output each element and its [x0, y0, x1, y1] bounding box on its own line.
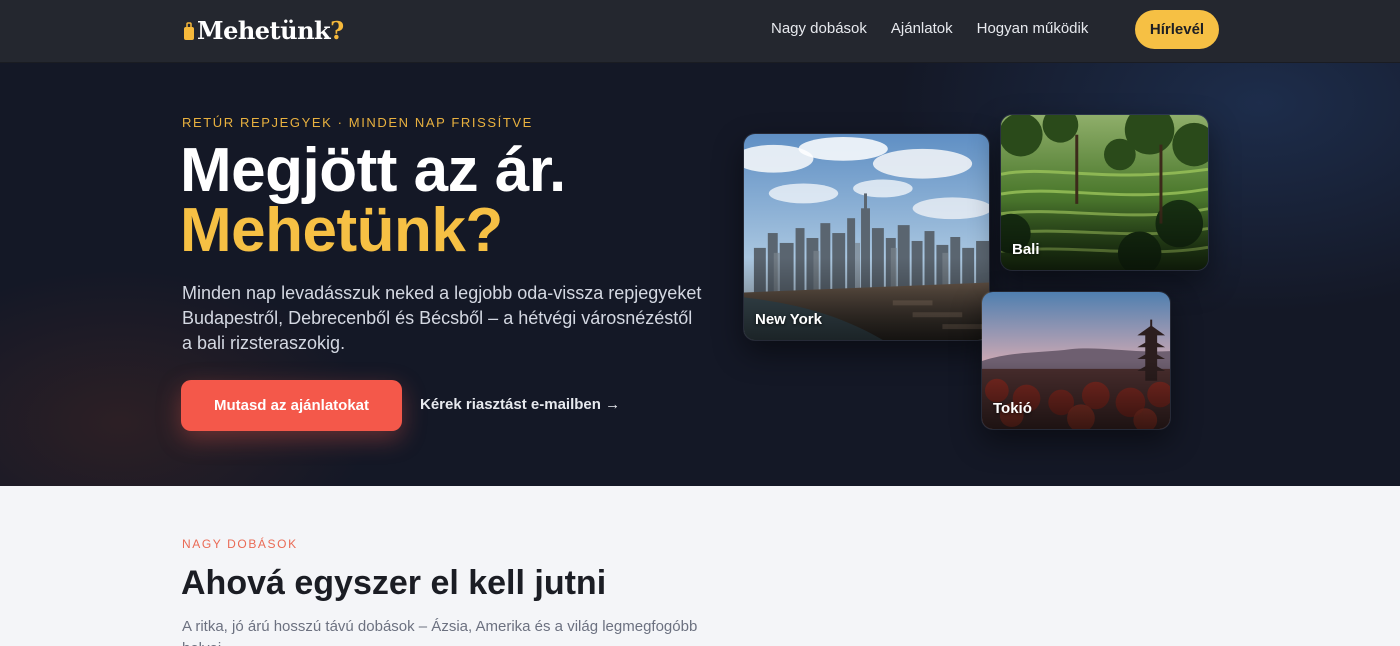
nav-link-hogyan-mukodik[interactable]: Hogyan működik [977, 20, 1089, 37]
section-title: Ahová egyszer el kell jutni [181, 564, 607, 602]
new-york-image [744, 134, 989, 340]
section-description: A ritka, jó árú hosszú távú dobások – Áz… [182, 618, 698, 646]
email-alert-link[interactable]: Kérek riasztást e-mailben → [420, 396, 620, 413]
hero-eyebrow: RETÚR REPJEGYEK · MINDEN NAP FRISSÍTVE [182, 115, 533, 130]
nav-link-nagy-dobasok[interactable]: Nagy dobások [771, 20, 867, 37]
big-deals-section: NAGY DOBÁSOK Ahová egyszer el kell jutni… [0, 486, 1400, 646]
nav-link-ajanlatok[interactable]: Ajánlatok [891, 20, 953, 37]
hero-title-line2: Mehetünk? [180, 196, 503, 265]
section-eyebrow: NAGY DOBÁSOK [182, 537, 298, 551]
destination-card-new-york[interactable]: New York [743, 133, 990, 341]
hero-section: RETÚR REPJEGYEK · MINDEN NAP FRISSÍTVE M… [0, 63, 1400, 486]
logo-text: Mehetünk? [197, 15, 344, 45]
hero-title: Megjött az ár. Mehetünk? [180, 140, 566, 265]
newsletter-button[interactable]: Hírlevél [1135, 10, 1219, 49]
hero-title-line1: Megjött az ár. [180, 136, 566, 205]
destination-card-bali[interactable]: Bali [1000, 114, 1209, 271]
card-label-tokyo: Tokió [993, 400, 1032, 417]
logo[interactable]: Mehetünk? [183, 13, 344, 47]
card-label-new-york: New York [755, 311, 822, 328]
suitcase-icon [183, 19, 195, 41]
hero-lead: Minden nap levadásszuk neked a legjobb o… [182, 283, 702, 353]
show-offers-button[interactable]: Mutasd az ajánlatokat [181, 380, 402, 431]
destination-card-tokyo[interactable]: Tokió [981, 291, 1171, 430]
main-nav: Nagy dobások Ajánlatok Hogyan működik [771, 20, 1088, 37]
site-header: Mehetünk? Nagy dobások Ajánlatok Hogyan … [0, 0, 1400, 63]
card-label-bali: Bali [1012, 241, 1040, 258]
